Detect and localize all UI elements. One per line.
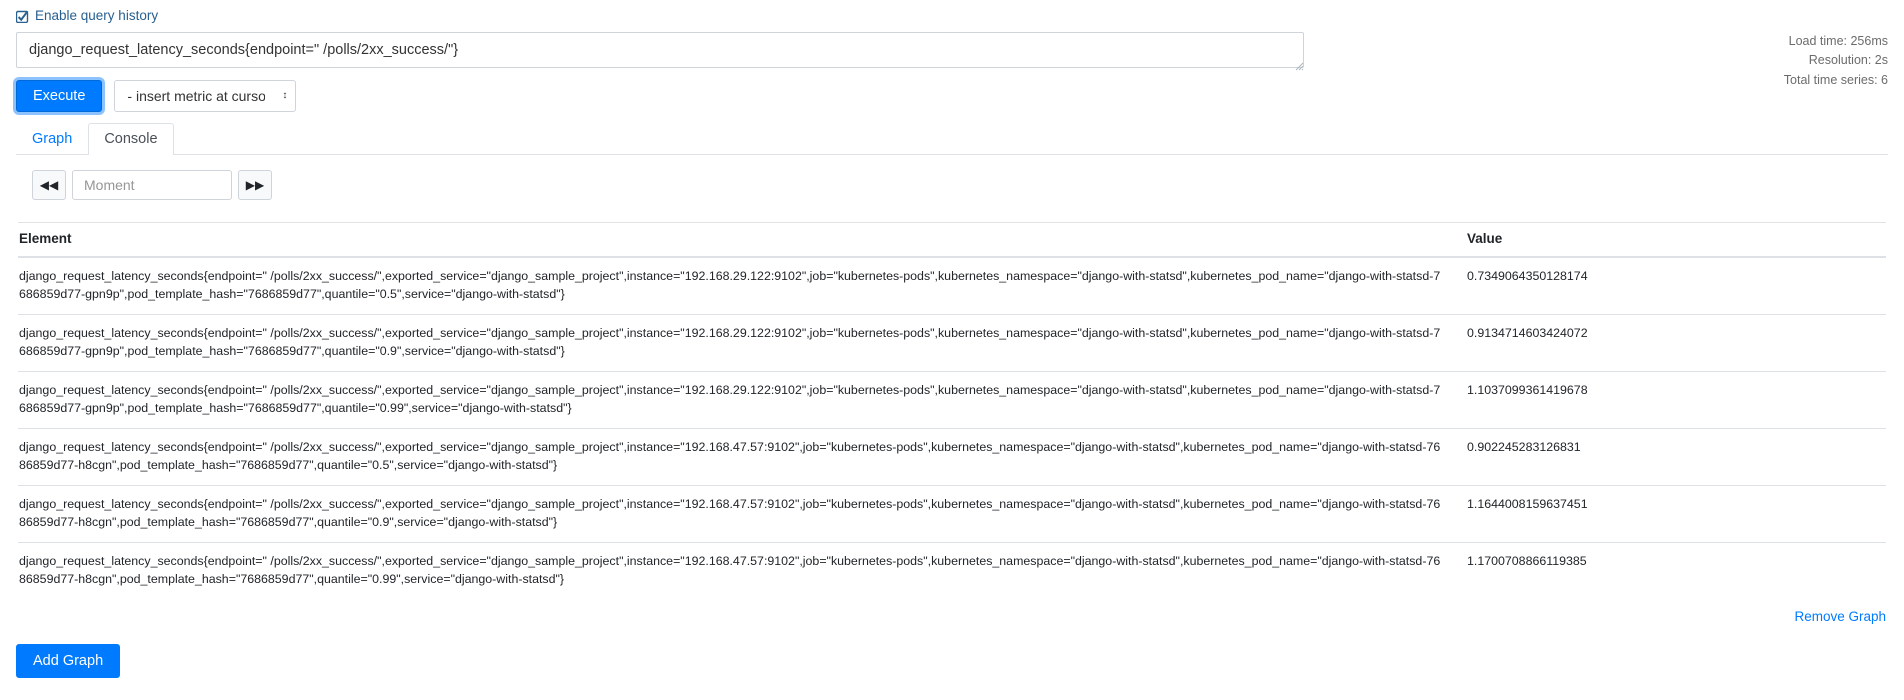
view-tabs: Graph Console <box>16 123 1888 155</box>
table-row[interactable]: django_request_latency_seconds{endpoint=… <box>18 541 1886 599</box>
results-table-wrapper: Element Value django_request_latency_sec… <box>16 222 1888 599</box>
series-label: django_request_latency_seconds{endpoint=… <box>18 370 1453 429</box>
table-row[interactable]: django_request_latency_seconds{endpoint=… <box>18 370 1886 429</box>
query-history-row: Enable query history <box>16 0 1888 24</box>
step-backward-button[interactable]: ◀◀ <box>32 170 66 200</box>
query-stats: Load time: 256ms Resolution: 2s Total ti… <box>1784 32 1888 90</box>
tab-graph[interactable]: Graph <box>16 123 88 155</box>
series-label: django_request_latency_seconds{endpoint=… <box>18 313 1453 372</box>
expression-input-wrapper <box>16 32 1304 71</box>
remove-graph-link[interactable]: Remove Graph <box>1794 609 1886 624</box>
column-header-value: Value <box>1453 222 1886 258</box>
tab-console[interactable]: Console <box>88 123 174 155</box>
total-time-series-text: Total time series: 6 <box>1783 72 1888 87</box>
table-row[interactable]: django_request_latency_seconds{endpoint=… <box>18 256 1886 315</box>
table-row[interactable]: django_request_latency_seconds{endpoint=… <box>18 484 1886 543</box>
add-graph-button[interactable]: Add Graph <box>16 643 121 678</box>
remove-graph-row: Remove Graph <box>16 608 1888 624</box>
results-table-body: django_request_latency_seconds{endpoint=… <box>18 256 1886 599</box>
resolution-text: Resolution: 2s <box>1808 53 1888 68</box>
textarea-resize-handle[interactable] <box>1294 58 1304 71</box>
moment-input[interactable] <box>72 170 232 200</box>
execute-row: Execute - insert metric at cursor · ↕ <box>16 80 1888 112</box>
series-value: 1.1644008159637451 <box>1453 484 1886 543</box>
insert-metric-select[interactable]: - insert metric at cursor · <box>114 80 297 112</box>
add-graph-row: Add Graph <box>16 643 1888 678</box>
series-label: django_request_latency_seconds{endpoint=… <box>18 256 1453 315</box>
prometheus-console-page: Enable query history Load time: 256ms Re… <box>0 0 1904 678</box>
series-label: django_request_latency_seconds{endpoint=… <box>18 484 1453 543</box>
series-value: 0.7349064350128174 <box>1453 256 1886 315</box>
checkbox-checked-icon[interactable] <box>16 10 29 23</box>
load-time-text: Load time: 256ms <box>1788 34 1888 48</box>
moment-controls: ◀◀ ▶▶ <box>16 170 1888 200</box>
series-value: 1.1700708866119385 <box>1453 541 1886 599</box>
enable-query-history-link[interactable]: Enable query history <box>35 9 158 23</box>
results-table: Element Value django_request_latency_sec… <box>18 222 1886 599</box>
table-header-row: Element Value <box>18 222 1886 258</box>
expression-input[interactable] <box>16 32 1304 68</box>
results-table-head: Element Value <box>18 222 1886 258</box>
column-header-element: Element <box>18 222 1453 258</box>
series-value: 1.1037099361419678 <box>1453 370 1886 429</box>
table-row[interactable]: django_request_latency_seconds{endpoint=… <box>18 427 1886 486</box>
table-row[interactable]: django_request_latency_seconds{endpoint=… <box>18 313 1886 372</box>
series-value: 0.902245283126831 <box>1453 427 1886 486</box>
series-label: django_request_latency_seconds{endpoint=… <box>18 541 1453 599</box>
series-value: 0.9134714603424072 <box>1453 313 1886 372</box>
series-label: django_request_latency_seconds{endpoint=… <box>18 427 1453 486</box>
metric-select-wrapper: - insert metric at cursor · ↕ <box>114 80 297 112</box>
step-forward-button[interactable]: ▶▶ <box>238 170 272 200</box>
execute-button[interactable]: Execute <box>16 80 103 112</box>
